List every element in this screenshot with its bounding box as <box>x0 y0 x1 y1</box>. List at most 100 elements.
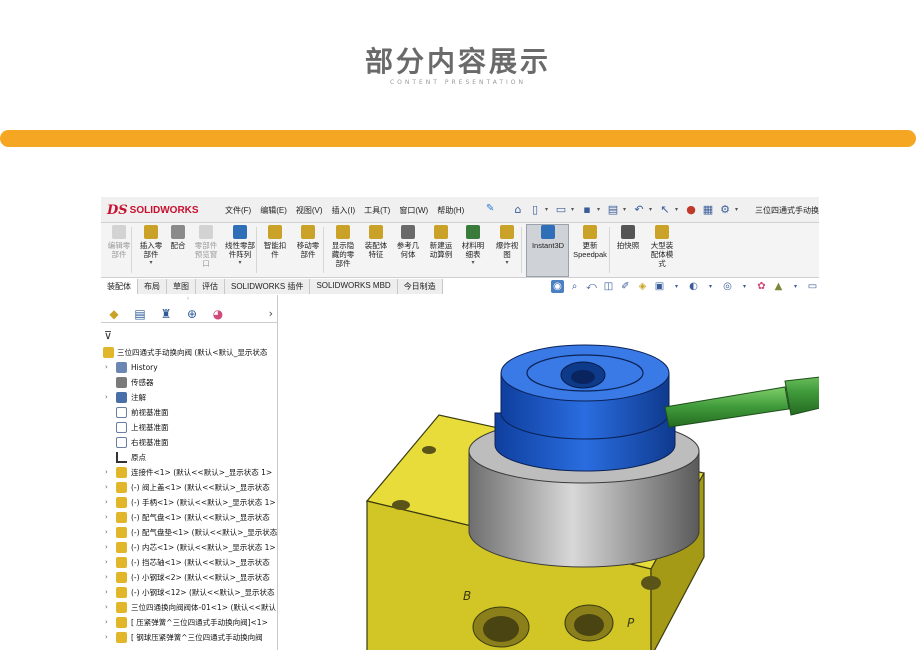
ribbon-button-insert-component[interactable]: 插入零 部件 ▾ <box>137 225 165 268</box>
chevron-down-icon[interactable]: ▾ <box>491 259 523 268</box>
chevron-down-icon[interactable]: ▾ <box>221 259 259 268</box>
open-dropdown-icon[interactable]: ▾ <box>571 206 577 213</box>
tree-item[interactable]: › 注解 <box>101 390 278 405</box>
expand-arrow-icon[interactable]: › <box>105 495 108 510</box>
undo-icon[interactable]: ↶ <box>632 201 646 217</box>
ribbon-button-move-component[interactable]: 移动零 部件 <box>291 225 325 259</box>
menu-tools[interactable]: 工具(T) <box>364 205 390 216</box>
tab-manufacturing[interactable]: 今日制造 <box>397 279 443 294</box>
tree-item[interactable]: 右视基准面 <box>101 435 278 450</box>
expand-arrow-icon[interactable]: › <box>105 525 108 540</box>
ribbon-button-reference-geometry[interactable]: 参考几 何体 <box>393 225 423 259</box>
select-dropdown-icon[interactable]: ▾ <box>675 206 681 213</box>
ribbon-button-instant3d[interactable]: Instant3D <box>528 225 568 250</box>
tree-item[interactable]: › 三位四通换向阀阀体-01<1> (默认<<默认 <box>101 600 278 615</box>
save-dropdown-icon[interactable]: ▾ <box>597 206 603 213</box>
options-dropdown-icon[interactable]: ▾ <box>735 206 741 213</box>
tree-item[interactable]: › (-) 手柄<1> (默认<<默认>_显示状态 1> <box>101 495 278 510</box>
print-dropdown-icon[interactable]: ▾ <box>623 206 629 213</box>
tree-item[interactable]: › (-) 小钢球<2> (默认<<默认>_显示状态 <box>101 570 278 585</box>
new-dropdown-icon[interactable]: ▾ <box>545 206 551 213</box>
tree-item[interactable]: › [ 钢球压紧弹簧^三位四通式手动换向阀 <box>101 630 278 645</box>
ribbon-button-linear-pattern[interactable]: 线性零部 件阵列 ▾ <box>221 225 259 268</box>
valve-assembly-model[interactable]: B P <box>279 295 819 650</box>
ribbon-button-edit-component[interactable]: 编辑零 部件 <box>104 225 134 259</box>
expand-arrow-icon[interactable]: › <box>105 615 108 630</box>
dimxpert-tab-icon[interactable]: ⊕ <box>184 306 200 322</box>
undo-dropdown-icon[interactable]: ▾ <box>649 206 655 213</box>
zoom-area-icon[interactable]: ⌕ <box>568 280 581 293</box>
display-manager-tab-icon[interactable]: ◕ <box>210 306 226 322</box>
tree-item[interactable]: › (-) 内芯<1> (默认<<默认>_显示状态 1> <box>101 540 278 555</box>
menu-window[interactable]: 窗口(W) <box>399 205 428 216</box>
tree-item[interactable]: › 连接件<1> (默认<<默认>_显示状态 1> <box>101 465 278 480</box>
tab-evaluate[interactable]: 评估 <box>196 279 225 294</box>
expand-arrow-icon[interactable]: › <box>105 630 108 645</box>
tab-assembly[interactable]: 装配体 <box>101 279 138 294</box>
expand-arrow-icon[interactable]: › <box>105 555 108 570</box>
tab-solidworks-mbd[interactable]: SOLIDWORKS MBD <box>310 279 398 294</box>
ribbon-button-bom[interactable]: 材料明 细表 ▾ <box>458 225 488 268</box>
options-gear-icon[interactable]: ⚙ <box>718 201 732 217</box>
feature-manager-tab-icon[interactable]: ◆ <box>106 306 122 322</box>
new-document-icon[interactable]: ▯ <box>528 201 542 217</box>
ribbon-button-component-preview[interactable]: 零部件 预览窗 口 <box>193 225 219 268</box>
view-settings-icon[interactable]: ▭ <box>806 280 819 293</box>
tree-item[interactable]: › (-) 小钢球<12> (默认<<默认>_显示状态 <box>101 585 278 600</box>
menu-insert[interactable]: 插入(I) <box>332 205 356 216</box>
tree-item[interactable]: › (-) 阀上盖<1> (默认<<默认>_显示状态 <box>101 480 278 495</box>
tree-item[interactable]: 前视基准面 <box>101 405 278 420</box>
ribbon-button-exploded-view[interactable]: 爆炸视 图 ▾ <box>491 225 523 268</box>
view-orientation-icon[interactable]: ◈ <box>636 280 649 293</box>
chevron-down-icon[interactable]: ▾ <box>458 259 488 268</box>
tree-item[interactable]: 传感器 <box>101 375 278 390</box>
section-view-icon[interactable]: ◫ <box>602 280 615 293</box>
eye-icon[interactable]: ◎ <box>721 280 734 293</box>
display-style-dropdown-icon[interactable]: ▾ <box>670 280 683 293</box>
menu-edit[interactable]: 编辑(E) <box>260 205 287 216</box>
configuration-manager-tab-icon[interactable]: ♜ <box>158 306 174 322</box>
menu-file[interactable]: 文件(F) <box>225 205 251 216</box>
apply-scene-icon[interactable]: ▲ <box>772 280 785 293</box>
tab-layout[interactable]: 布局 <box>138 279 167 294</box>
select-icon[interactable]: ↖ <box>658 201 672 217</box>
zoom-to-fit-icon[interactable]: ◉ <box>551 280 564 293</box>
expand-arrow-icon[interactable]: › <box>105 390 108 405</box>
chevron-down-icon[interactable]: ▾ <box>137 259 165 268</box>
ribbon-button-snapshot[interactable]: 拍快照 <box>614 225 642 250</box>
expand-arrow-icon[interactable]: › <box>105 465 108 480</box>
tree-item[interactable]: › [ 压紧弹簧^三位四通式手动换向阀]<1> <box>101 615 278 630</box>
expand-arrow-icon[interactable]: › <box>105 540 108 555</box>
tree-item[interactable]: › (-) 配气盘<1> (默认<<默认>_显示状态 <box>101 510 278 525</box>
traffic-light-icon[interactable]: ● <box>684 201 698 217</box>
filter-icon[interactable]: ⊽ <box>104 329 112 342</box>
hide-show-dropdown-icon[interactable]: ▾ <box>704 280 717 293</box>
tree-item[interactable]: › History <box>101 360 278 375</box>
tree-item[interactable]: › (-) 配气盘垫<1> (默认<<默认>_显示状态 <box>101 525 278 540</box>
expand-arrow-icon[interactable]: › <box>105 600 108 615</box>
ribbon-button-mate[interactable]: 配合 <box>167 225 189 250</box>
previous-view-icon[interactable]: ⤺ <box>585 280 598 293</box>
ribbon-button-motion-study[interactable]: 新建运 动算例 <box>426 225 456 259</box>
display-style-icon[interactable]: ▣ <box>653 280 666 293</box>
expand-arrow-icon[interactable]: › <box>105 585 108 600</box>
tab-solidworks-addins[interactable]: SOLIDWORKS 插件 <box>225 279 311 294</box>
ribbon-button-large-assembly[interactable]: 大型装 配体模 式 <box>646 225 678 268</box>
ribbon-button-assembly-feature[interactable]: 装配体 特征 <box>362 225 390 259</box>
ribbon-button-smart-fastener[interactable]: 智能扣 件 <box>261 225 289 259</box>
print-icon[interactable]: ▤ <box>606 201 620 217</box>
expand-arrow-icon[interactable]: › <box>105 480 108 495</box>
file-properties-icon[interactable]: ▦ <box>701 201 715 217</box>
hide-show-items-icon[interactable]: ◐ <box>687 280 700 293</box>
expand-arrow-icon[interactable]: › <box>105 510 108 525</box>
graphics-viewport[interactable]: B P <box>279 295 819 650</box>
ribbon-button-speedpak[interactable]: 更新 Speedpak <box>571 225 609 259</box>
eye-dropdown-icon[interactable]: ▾ <box>738 280 751 293</box>
tree-item[interactable]: 原点 <box>101 450 278 465</box>
tree-root-item[interactable]: 三位四通式手动换向阀 (默认<默认_显示状态 <box>101 345 278 360</box>
property-manager-tab-icon[interactable]: ▤ <box>132 306 148 322</box>
chevron-right-icon[interactable]: › <box>269 307 273 320</box>
home-icon[interactable]: ⌂ <box>511 201 525 217</box>
tree-item[interactable]: 上视基准面 <box>101 420 278 435</box>
pin-icon[interactable]: ✎ <box>486 203 494 214</box>
